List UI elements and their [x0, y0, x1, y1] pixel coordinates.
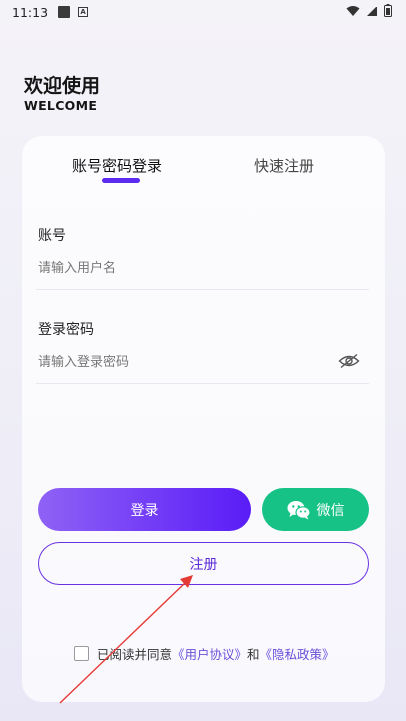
agreement-checkbox[interactable]	[74, 646, 89, 661]
status-icons	[346, 4, 392, 17]
signal-icon	[367, 5, 377, 16]
agreement-prefix: 已阅读并同意	[97, 647, 173, 662]
tab-quick-register[interactable]: 快速注册	[254, 155, 314, 176]
password-label: 登录密码	[38, 322, 94, 338]
password-input[interactable]	[38, 350, 328, 374]
account-divider	[36, 289, 369, 290]
status-bar: 11:13 A	[0, 0, 406, 24]
user-agreement-link[interactable]: 《用户协议》	[172, 644, 247, 663]
password-divider	[36, 383, 369, 384]
register-button[interactable]: 注册	[38, 542, 369, 585]
wechat-label: 微信	[316, 502, 345, 519]
eye-off-icon[interactable]	[338, 353, 360, 369]
status-time: 11:13	[12, 4, 49, 20]
welcome-title: 欢迎使用	[24, 75, 101, 97]
tab-password-login[interactable]: 账号密码登录	[72, 155, 162, 176]
agreement-row: 已阅读并同意 《用户协议》 和 《隐私政策》	[74, 644, 335, 663]
agreement-and: 和	[247, 647, 260, 662]
account-input[interactable]	[38, 256, 368, 280]
tab-active-indicator	[102, 178, 140, 183]
welcome-subtitle: WELCOME	[24, 98, 98, 113]
a-notification-icon: A	[78, 7, 89, 17]
notification-icon	[58, 6, 71, 18]
wechat-login-button[interactable]: 微信	[262, 488, 369, 531]
login-button[interactable]: 登录	[38, 488, 251, 531]
account-label: 账号	[38, 228, 66, 244]
wechat-icon	[287, 500, 311, 519]
privacy-policy-link[interactable]: 《隐私政策》	[260, 644, 335, 663]
wifi-icon	[346, 5, 360, 16]
battery-icon	[384, 4, 392, 17]
login-card: 账号密码登录 快速注册 账号 登录密码 登录 微信 注册 已阅读并同意 《用户协…	[22, 136, 385, 702]
